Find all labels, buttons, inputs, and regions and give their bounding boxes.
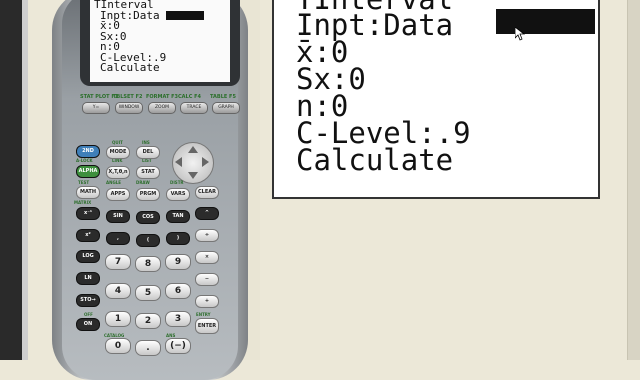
nine-key[interactable]: 9 xyxy=(165,254,191,270)
alpha-key[interactable]: ALPHA xyxy=(76,165,100,178)
big-screen-calculate-line: Calculate xyxy=(296,143,454,177)
off-label: OFF xyxy=(84,312,93,317)
window-key[interactable]: WINDOW xyxy=(115,102,143,114)
a-lock-label: A-LOCK xyxy=(76,158,93,163)
seven-key[interactable]: 7 xyxy=(105,254,131,270)
add-key[interactable]: + xyxy=(195,295,219,308)
square-key[interactable]: x² xyxy=(76,229,100,242)
xt-theta-n-key[interactable]: X,T,θ,n xyxy=(106,166,130,179)
multiply-key[interactable]: × xyxy=(195,251,219,264)
function-key-row: STAT PLOT F1 TBLSET F2 FORMAT F3 CALC F4… xyxy=(80,94,242,116)
zoom-key[interactable]: ZOOM xyxy=(148,102,176,114)
strip-edge xyxy=(22,0,28,360)
enter-key[interactable]: ENTER xyxy=(195,318,219,334)
prgm-key[interactable]: PRGM xyxy=(136,188,160,201)
mouse-cursor-icon xyxy=(515,27,525,41)
store-key[interactable]: STO→ xyxy=(76,294,100,307)
vars-key[interactable]: VARS xyxy=(166,188,190,201)
fkey-label-f4: CALC F4 xyxy=(178,94,202,100)
mini-screen-calculate-line: Calculate xyxy=(100,61,160,74)
one-key[interactable]: 1 xyxy=(105,311,131,327)
divide-key[interactable]: ÷ xyxy=(195,229,219,242)
stat-key[interactable]: STAT xyxy=(136,166,160,179)
power-key[interactable]: ^ xyxy=(195,207,219,220)
up-arrow-icon[interactable] xyxy=(188,146,198,153)
math-key[interactable]: MATH xyxy=(76,186,100,199)
negative-key[interactable]: (−) xyxy=(165,338,191,354)
down-arrow-icon[interactable] xyxy=(188,172,198,179)
matrix-label: MATRIX xyxy=(74,200,92,205)
y-equals-key[interactable]: Y= xyxy=(82,102,110,114)
ins-label: INS xyxy=(142,140,150,145)
zero-key[interactable]: 0 xyxy=(105,338,131,354)
clear-key[interactable]: CLEAR xyxy=(195,186,219,199)
mini-screen-highlight xyxy=(165,11,204,20)
angle-label: ANGLE xyxy=(106,180,122,185)
right-arrow-icon[interactable] xyxy=(202,157,209,167)
log-key[interactable]: LOG xyxy=(76,250,100,263)
second-key[interactable]: 2ND xyxy=(76,145,100,158)
mode-key[interactable]: MODE xyxy=(106,146,130,159)
decimal-key[interactable]: . xyxy=(135,340,161,356)
comma-key[interactable]: , xyxy=(106,232,130,245)
ln-key[interactable]: LN xyxy=(76,272,100,285)
del-key[interactable]: DEL xyxy=(136,146,160,159)
entry-label: ENTRY xyxy=(196,312,211,317)
two-key[interactable]: 2 xyxy=(135,313,161,329)
on-key[interactable]: ON xyxy=(76,318,100,331)
fkey-label-f3: FORMAT F3 xyxy=(146,94,179,100)
test-label: TEST xyxy=(78,180,90,185)
trace-key[interactable]: TRACE xyxy=(180,102,208,114)
left-arrow-icon[interactable] xyxy=(175,157,182,167)
graph-key[interactable]: GRAPH xyxy=(212,102,240,114)
six-key[interactable]: 6 xyxy=(165,283,191,299)
fkey-label-f2: TBLSET F2 xyxy=(113,94,143,100)
three-key[interactable]: 3 xyxy=(165,311,191,327)
apps-key[interactable]: APPS xyxy=(106,188,130,201)
left-paren-key[interactable]: ( xyxy=(136,234,160,247)
left-window-strip xyxy=(0,0,28,360)
distr-label: DISTR xyxy=(170,180,184,185)
right-paren-key[interactable]: ) xyxy=(166,232,190,245)
subtract-key[interactable]: − xyxy=(195,273,219,286)
five-key[interactable]: 5 xyxy=(135,285,161,301)
cos-key[interactable]: COS xyxy=(136,211,160,224)
draw-label: DRAW xyxy=(136,180,150,185)
sin-key[interactable]: SIN xyxy=(106,210,130,223)
fkey-label-f5: TABLE F5 xyxy=(210,94,236,100)
big-screen-highlight xyxy=(496,9,595,34)
calculator-screen: TInterval Inpt:Data x̄:0 Sx:0 n:0 C-Leve… xyxy=(90,0,230,82)
right-window-edge xyxy=(627,0,640,360)
four-key[interactable]: 4 xyxy=(105,283,131,299)
eight-key[interactable]: 8 xyxy=(135,256,161,272)
tan-key[interactable]: TAN xyxy=(166,210,190,223)
zoomed-screen: TInterval Inpt:Data x̄:0 Sx:0 n:0 C-Leve… xyxy=(272,0,600,199)
inverse-key[interactable]: x⁻¹ xyxy=(76,207,100,220)
quit-label: QUIT xyxy=(112,140,123,145)
arrow-pad xyxy=(166,140,218,184)
